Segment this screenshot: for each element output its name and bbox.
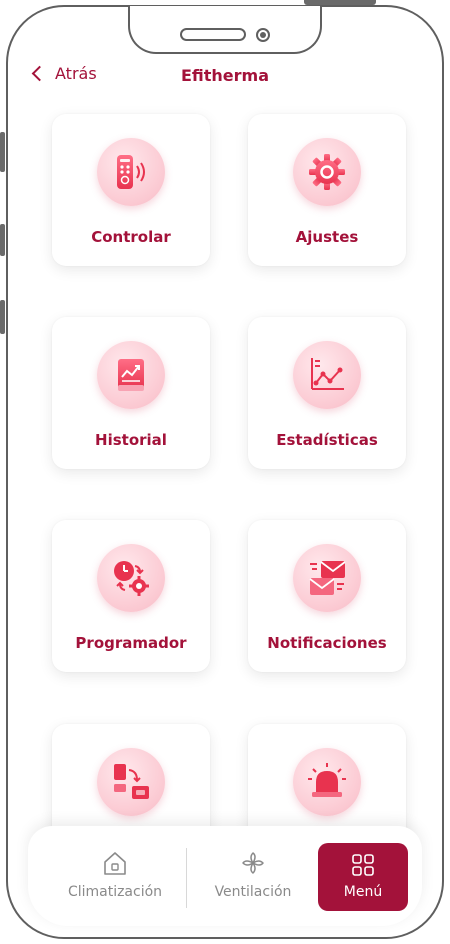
menu-card-label: Programador: [75, 634, 187, 652]
bottom-nav: Climatización Ventilación Menú: [28, 826, 422, 926]
speaker: [180, 28, 246, 41]
side-button: [0, 132, 5, 172]
menu-card-label: Controlar: [91, 228, 171, 246]
camera: [256, 28, 270, 42]
nav-divider: [186, 848, 187, 908]
menu-card-label: Ajustes: [295, 228, 359, 246]
menu-card-label: Estadísticas: [276, 431, 378, 449]
house-icon: [104, 852, 126, 875]
nav-label-climatizacion: Climatización: [67, 884, 163, 900]
side-button: [0, 300, 5, 334]
menu-card-historial[interactable]: Historial: [52, 317, 210, 469]
nav-menu[interactable]: Menú: [318, 843, 408, 911]
clock-schedule-icon: [97, 544, 165, 612]
menu-card-estadisticas[interactable]: Estadísticas: [248, 317, 406, 469]
envelope-icon: [293, 544, 361, 612]
nav-ventilacion[interactable]: Ventilación: [198, 844, 308, 914]
menu-card-controlar[interactable]: Controlar: [52, 114, 210, 266]
page-title: Efitherma: [180, 66, 270, 85]
alarm-bell-icon: [293, 748, 361, 816]
menu-card-notificaciones[interactable]: Notificaciones: [248, 520, 406, 672]
fan-icon: [242, 852, 264, 874]
remote-control-icon: [97, 138, 165, 206]
gear-icon: [293, 138, 361, 206]
menu-card-programador[interactable]: Programador: [52, 520, 210, 672]
nav-label-menu: Menú: [343, 884, 383, 900]
device-transfer-icon: [97, 748, 165, 816]
menu-card-label: Notificaciones: [267, 634, 387, 652]
side-button: [0, 224, 5, 256]
history-book-icon: [97, 341, 165, 409]
menu-card-label: Historial: [95, 431, 167, 449]
grid-icon: [352, 854, 374, 876]
menu-card-ajustes[interactable]: Ajustes: [248, 114, 406, 266]
line-chart-icon: [293, 341, 361, 409]
nav-climatizacion[interactable]: Climatización: [60, 844, 170, 914]
nav-label-ventilacion: Ventilación: [214, 884, 292, 900]
power-button: [304, 0, 376, 5]
